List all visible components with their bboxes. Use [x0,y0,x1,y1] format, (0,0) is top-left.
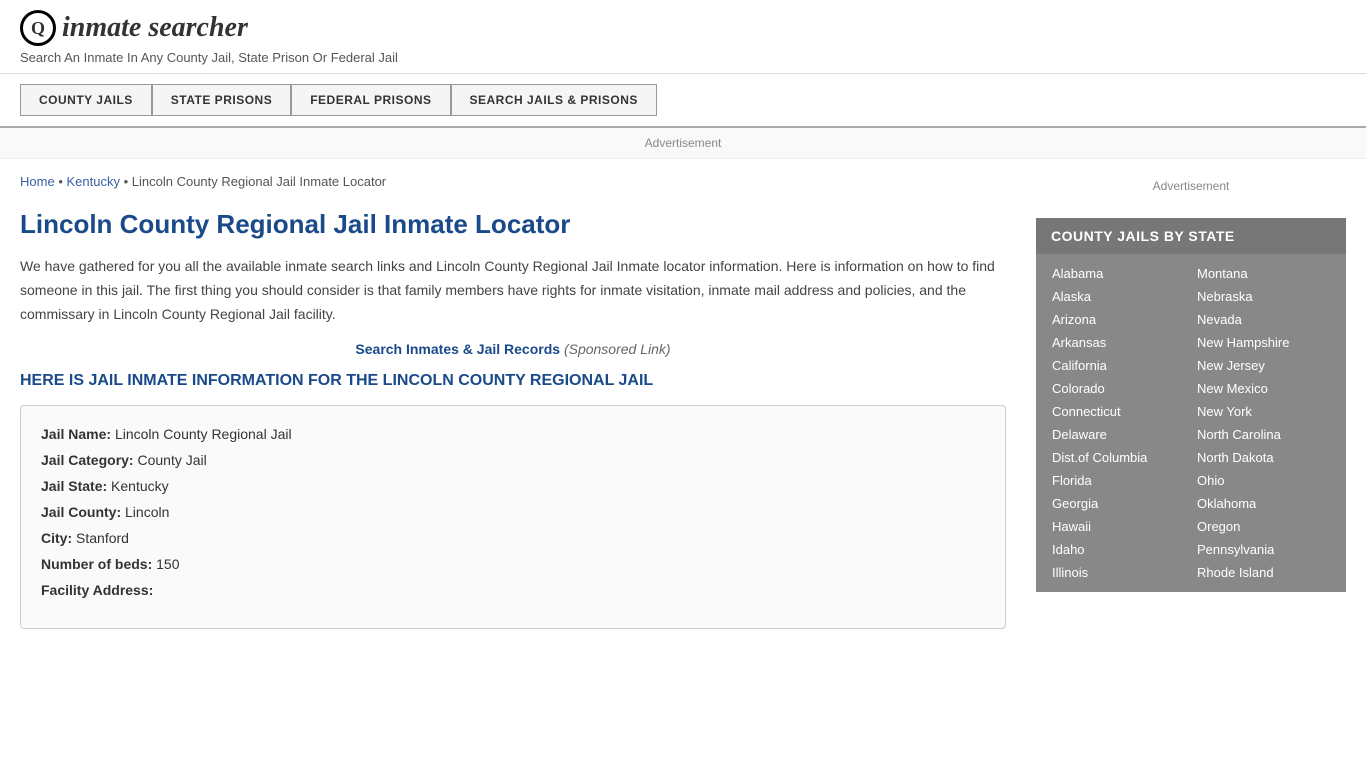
state-north-carolina[interactable]: North Carolina [1191,423,1336,446]
state-arizona[interactable]: Arizona [1046,308,1191,331]
state-pennsylvania[interactable]: Pennsylvania [1191,538,1336,561]
breadcrumb-sep2: • [124,174,132,189]
state-hawaii[interactable]: Hawaii [1046,515,1191,538]
sidebar-ad-label: Advertisement [1153,179,1230,193]
state-new-hampshire[interactable]: New Hampshire [1191,331,1336,354]
info-value-name: Lincoln County Regional Jail [115,426,292,442]
info-label-address: Facility Address: [41,582,153,598]
info-value-state: Kentucky [111,478,169,494]
state-new-jersey[interactable]: New Jersey [1191,354,1336,377]
info-label-city: City: [41,530,72,546]
sponsored-label: (Sponsored Link) [564,341,671,357]
state-delaware[interactable]: Delaware [1046,423,1191,446]
info-card: Jail Name: Lincoln County Regional Jail … [20,405,1006,629]
nav-federal-prisons[interactable]: FEDERAL PRISONS [291,84,450,116]
info-row-category: Jail Category: County Jail [41,452,985,468]
state-alabama[interactable]: Alabama [1046,262,1191,285]
sidebar-ad: Advertisement [1036,169,1346,203]
logo-text: inmate searcher [62,12,248,44]
state-california[interactable]: California [1046,354,1191,377]
state-florida[interactable]: Florida [1046,469,1191,492]
info-value-city: Stanford [76,530,129,546]
breadcrumb-state[interactable]: Kentucky [66,174,119,189]
ad-label: Advertisement [645,136,722,150]
logo-area: Q inmate searcher [20,10,1346,46]
info-row-state: Jail State: Kentucky [41,478,985,494]
nav-inner: COUNTY JAILS STATE PRISONS FEDERAL PRISO… [20,84,1346,116]
info-row-address: Facility Address: [41,582,985,598]
county-jails-box: COUNTY JAILS BY STATE Alabama Alaska Ari… [1036,218,1346,592]
nav-bar: COUNTY JAILS STATE PRISONS FEDERAL PRISO… [0,74,1366,128]
state-montana[interactable]: Montana [1191,262,1336,285]
info-row-name: Jail Name: Lincoln County Regional Jail [41,426,985,442]
tagline: Search An Inmate In Any County Jail, Sta… [20,50,1346,65]
search-inmates-link[interactable]: Search Inmates & Jail Records [355,341,560,357]
state-dc[interactable]: Dist.of Columbia [1046,446,1191,469]
content-wrapper: Home • Kentucky • Lincoln County Regiona… [0,159,1366,629]
section-heading: HERE IS JAIL INMATE INFORMATION FOR THE … [20,372,1006,390]
info-row-beds: Number of beds: 150 [41,556,985,572]
info-label-state: Jail State: [41,478,107,494]
sidebar: Advertisement COUNTY JAILS BY STATE Alab… [1036,159,1346,629]
breadcrumb: Home • Kentucky • Lincoln County Regiona… [20,159,1006,199]
states-right-col: Montana Nebraska Nevada New Hampshire Ne… [1191,262,1336,584]
info-row-city: City: Stanford [41,530,985,546]
states-grid: Alabama Alaska Arizona Arkansas Californ… [1036,254,1346,592]
main-content: Home • Kentucky • Lincoln County Regiona… [20,159,1036,629]
state-ohio[interactable]: Ohio [1191,469,1336,492]
top-ad-banner: Advertisement [0,128,1366,159]
state-rhode-island[interactable]: Rhode Island [1191,561,1336,584]
info-label-category: Jail Category: [41,452,134,468]
states-left-col: Alabama Alaska Arizona Arkansas Californ… [1046,262,1191,584]
info-value-beds: 150 [156,556,179,572]
logo-icon: Q [20,10,56,46]
breadcrumb-home[interactable]: Home [20,174,55,189]
state-oregon[interactable]: Oregon [1191,515,1336,538]
state-georgia[interactable]: Georgia [1046,492,1191,515]
state-new-york[interactable]: New York [1191,400,1336,423]
nav-state-prisons[interactable]: STATE PRISONS [152,84,291,116]
search-link-area: Search Inmates & Jail Records (Sponsored… [20,341,1006,357]
state-new-mexico[interactable]: New Mexico [1191,377,1336,400]
info-label-beds: Number of beds: [41,556,152,572]
breadcrumb-current: Lincoln County Regional Jail Inmate Loca… [132,174,386,189]
info-value-category: County Jail [137,452,206,468]
header: Q inmate searcher Search An Inmate In An… [0,0,1366,74]
info-label-name: Jail Name: [41,426,111,442]
state-colorado[interactable]: Colorado [1046,377,1191,400]
state-nevada[interactable]: Nevada [1191,308,1336,331]
state-nebraska[interactable]: Nebraska [1191,285,1336,308]
page-title: Lincoln County Regional Jail Inmate Loca… [20,209,1006,240]
state-illinois[interactable]: Illinois [1046,561,1191,584]
info-label-county: Jail County: [41,504,121,520]
state-idaho[interactable]: Idaho [1046,538,1191,561]
state-connecticut[interactable]: Connecticut [1046,400,1191,423]
county-jails-header: COUNTY JAILS BY STATE [1036,218,1346,254]
state-arkansas[interactable]: Arkansas [1046,331,1191,354]
info-value-county: Lincoln [125,504,169,520]
description: We have gathered for you all the availab… [20,255,1006,326]
info-row-county: Jail County: Lincoln [41,504,985,520]
state-alaska[interactable]: Alaska [1046,285,1191,308]
state-north-dakota[interactable]: North Dakota [1191,446,1336,469]
nav-county-jails[interactable]: COUNTY JAILS [20,84,152,116]
state-oklahoma[interactable]: Oklahoma [1191,492,1336,515]
nav-search-jails[interactable]: SEARCH JAILS & PRISONS [451,84,657,116]
